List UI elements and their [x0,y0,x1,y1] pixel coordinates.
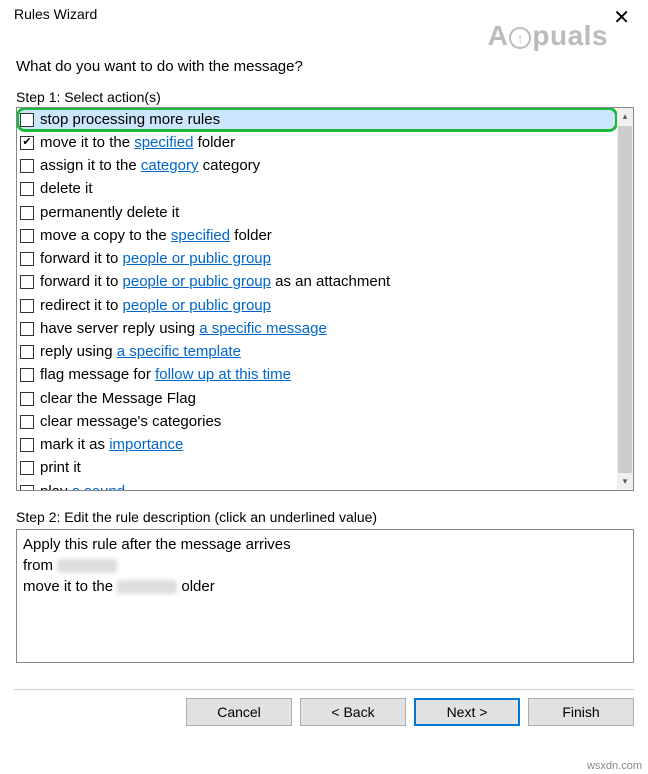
action-link[interactable]: specified [171,227,230,244]
action-label: forward it to people or public group [40,249,271,269]
action-link[interactable]: importance [109,436,183,453]
action-row[interactable]: clear the Message Flag [17,387,617,410]
action-checkbox[interactable] [20,275,34,289]
action-checkbox[interactable] [20,415,34,429]
close-button[interactable]: ✕ [605,6,638,30]
wizard-question: What do you want to do with the message? [16,58,634,75]
action-label: move a copy to the specified folder [40,226,272,246]
actions-listbox[interactable]: stop processing more rules move it to the… [16,107,634,491]
scroll-down-icon[interactable]: ▾ [623,473,628,490]
action-row[interactable]: reply using a specific template [17,341,617,364]
action-link[interactable]: a specific message [199,320,327,337]
desc-line3: move it to the older [23,576,627,597]
action-label: clear message's categories [40,412,221,432]
action-row[interactable]: redirect it to people or public group [17,294,617,317]
action-checkbox[interactable] [20,392,34,406]
action-checkbox[interactable] [20,252,34,266]
next-button[interactable]: Next > [414,698,520,726]
action-label: play a sound [40,482,125,491]
action-label: print it [40,458,81,478]
scroll-up-icon[interactable]: ▴ [623,108,628,125]
window-title: Rules Wizard [14,6,97,22]
action-checkbox[interactable] [20,485,34,490]
button-bar: Cancel < Back Next > Finish [0,698,648,734]
action-label: stop processing more rules [40,110,220,130]
desc-line2: from [23,555,627,576]
action-label: assign it to the category category [40,156,260,176]
action-row[interactable]: assign it to the category category [17,155,617,178]
action-checkbox[interactable] [20,113,34,127]
action-row[interactable]: print it [17,457,617,480]
action-checkbox[interactable] [20,136,34,150]
action-label: flag message for follow up at this time [40,365,291,385]
finish-button[interactable]: Finish [528,698,634,726]
action-row[interactable]: play a sound [17,480,617,490]
step1-label: Step 1: Select action(s) [16,89,634,105]
action-checkbox[interactable] [20,368,34,382]
scrollbar[interactable]: ▴ ▾ [617,108,633,490]
action-label: move it to the specified folder [40,133,235,153]
site-watermark: wsxdn.com [587,760,642,772]
action-label: clear the Message Flag [40,389,196,409]
action-row[interactable]: move it to the specified folder [17,131,617,154]
back-button[interactable]: < Back [300,698,406,726]
action-row[interactable]: have server reply using a specific messa… [17,317,617,340]
action-row[interactable]: mark it as importance [17,434,617,457]
action-label: reply using a specific template [40,342,241,362]
separator [14,689,634,690]
action-label: mark it as importance [40,435,183,455]
action-link[interactable]: a sound [72,483,125,491]
action-checkbox[interactable] [20,461,34,475]
action-label: redirect it to people or public group [40,296,271,316]
action-row[interactable]: forward it to people or public group as … [17,271,617,294]
action-label: delete it [40,179,93,199]
redacted-value [117,580,177,594]
action-link[interactable]: specified [134,134,193,151]
redacted-value [57,559,117,573]
action-label: forward it to people or public group as … [40,272,390,292]
action-checkbox[interactable] [20,299,34,313]
action-link[interactable]: category [141,157,199,174]
action-label: permanently delete it [40,203,179,223]
action-label: have server reply using a specific messa… [40,319,327,339]
action-link[interactable]: people or public group [123,297,271,314]
cancel-button[interactable]: Cancel [186,698,292,726]
rule-description-box[interactable]: Apply this rule after the message arrive… [16,529,634,663]
action-link[interactable]: people or public group [123,250,271,267]
action-row[interactable]: flag message for follow up at this time [17,364,617,387]
action-checkbox[interactable] [20,182,34,196]
action-row[interactable]: forward it to people or public group [17,248,617,271]
action-checkbox[interactable] [20,229,34,243]
action-checkbox[interactable] [20,438,34,452]
action-link[interactable]: people or public group [123,273,271,290]
action-row[interactable]: clear message's categories [17,410,617,433]
step2-label: Step 2: Edit the rule description (click… [16,509,634,525]
action-checkbox[interactable] [20,322,34,336]
action-link[interactable]: a specific template [117,343,241,360]
action-row[interactable]: move a copy to the specified folder [17,224,617,247]
action-checkbox[interactable] [20,345,34,359]
action-checkbox[interactable] [20,159,34,173]
scrollbar-thumb[interactable] [618,126,632,473]
desc-line1: Apply this rule after the message arrive… [23,534,627,555]
action-link[interactable]: follow up at this time [155,366,291,383]
action-checkbox[interactable] [20,206,34,220]
action-row[interactable]: permanently delete it [17,201,617,224]
action-row[interactable]: delete it [17,178,617,201]
action-row[interactable]: stop processing more rules [17,108,617,131]
